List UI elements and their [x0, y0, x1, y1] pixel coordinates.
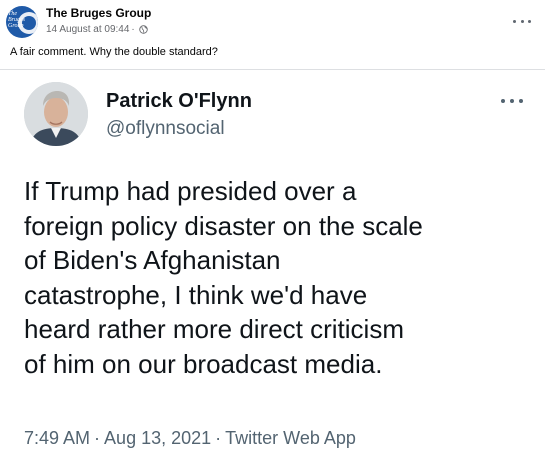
more-options-icon[interactable] — [513, 16, 531, 26]
tweet-more-icon[interactable] — [501, 98, 523, 104]
person-photo-icon — [24, 82, 88, 146]
tweet-time: 7:49 AM — [24, 428, 91, 448]
avatar-logo-text: The Bruges Group — [8, 11, 25, 29]
tweet-text-line: foreign policy disaster on the scale — [24, 210, 423, 241]
tweet-text: If Trump had presided over a foreign pol… — [24, 174, 529, 381]
tweet-separator: · — [215, 428, 222, 448]
tweet-text-line: If Trump had presided over a — [24, 176, 357, 206]
tweet-author-handle[interactable]: @oflynnsocial — [106, 118, 225, 140]
facebook-post: The Bruges Group The Bruges Group 14 Aug… — [0, 0, 545, 464]
tweet-text-line: catastrophe, I think we'd have — [24, 279, 368, 310]
tweet-footer: 7:49 AM · Aug 13, 2021 · Twitter Web App — [24, 428, 356, 449]
tweet-author-avatar — [24, 82, 88, 146]
tweet-separator: · — [94, 428, 101, 448]
tweet-author-name[interactable]: Patrick O'Flynn — [106, 90, 252, 113]
tweet-date: Aug 13, 2021 — [104, 428, 212, 448]
page-name-link[interactable]: The Bruges Group — [46, 6, 151, 20]
meta-separator: · — [131, 24, 135, 35]
post-date-link[interactable]: 14 August at 09:44 — [46, 24, 129, 35]
tweet-text-line: heard rather more direct criticism — [24, 314, 404, 344]
post-meta: 14 August at 09:44 · — [46, 24, 148, 35]
globe-icon[interactable] — [139, 25, 148, 34]
tweet-text-line: of him on our broadcast media. — [24, 348, 383, 379]
tweet-source: Twitter Web App — [225, 428, 356, 448]
tweet-screenshot[interactable]: Patrick O'Flynn @oflynnsocial If Trump h… — [0, 70, 545, 464]
page-avatar[interactable]: The Bruges Group — [6, 6, 38, 38]
post-header: The Bruges Group The Bruges Group 14 Aug… — [6, 6, 539, 38]
tweet-text-line: of Biden's Afghanistan — [24, 245, 281, 275]
post-text: A fair comment. Why the double standard? — [10, 46, 218, 58]
